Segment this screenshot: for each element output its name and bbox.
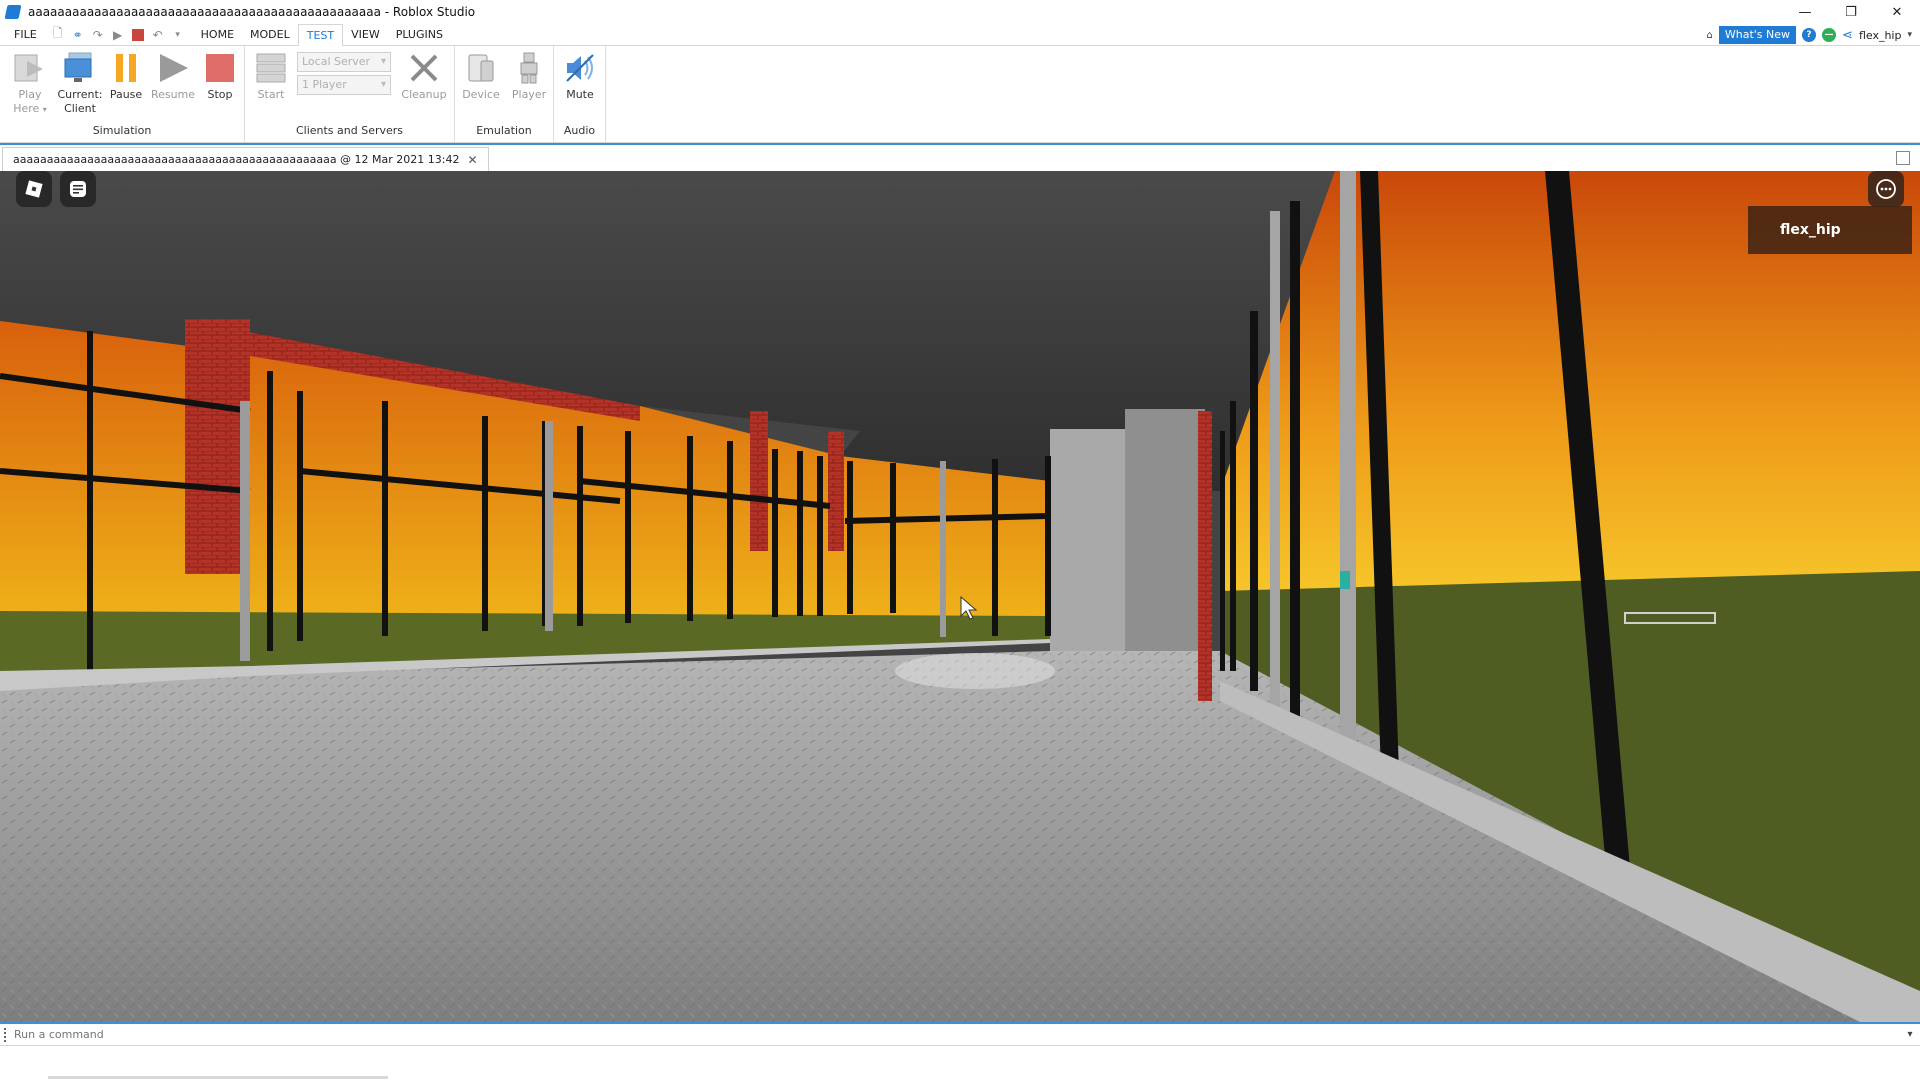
binoculars-icon[interactable]: ⚭ [71, 28, 85, 42]
play-icon[interactable]: ▶ [111, 28, 125, 42]
share-icon[interactable]: ⋖ [1842, 28, 1853, 43]
roblox-studio-logo-icon [4, 5, 22, 19]
play-here-icon [12, 50, 48, 86]
resume-button[interactable]: Resume [150, 50, 196, 102]
file-menu[interactable]: FILE [6, 24, 45, 46]
more-options-icon[interactable] [1868, 171, 1904, 207]
cleanup-label: Cleanup [401, 88, 447, 101]
command-history-dropdown-icon[interactable]: ▾ [1900, 1029, 1920, 1040]
menu-bar: FILE 🗋 ⚭ ↷ ▶ ↶ ▾ HOME MODEL TEST VIEW PL… [0, 23, 1920, 47]
player-emulation-label: Player [511, 88, 547, 101]
audio-group: Mute Audio [554, 46, 606, 143]
close-icon[interactable]: ✕ [1874, 0, 1920, 24]
monitor-icon [62, 50, 98, 86]
command-bar: ▾ [0, 1022, 1920, 1046]
current-client-button[interactable]: Current: Client [56, 50, 104, 116]
bottom-strip [0, 1046, 1920, 1080]
close-tab-icon[interactable]: ✕ [467, 153, 477, 167]
tab-plugins[interactable]: PLUGINS [388, 24, 451, 46]
play-here-button[interactable]: Play Here ▾ [10, 50, 50, 117]
start-label: Start [257, 88, 285, 101]
pause-label: Pause [109, 88, 143, 101]
whats-new-button[interactable]: What's New [1718, 26, 1797, 44]
tab-view[interactable]: VIEW [343, 24, 388, 46]
device-label: Device [462, 88, 500, 101]
stop-icon [202, 50, 238, 86]
play-here-label-line1: Play [18, 88, 42, 101]
username-label[interactable]: flex_hip [1859, 29, 1902, 42]
chat-icon[interactable] [60, 171, 96, 207]
title-bar: aaaaaaaaaaaaaaaaaaaaaaaaaaaaaaaaaaaaaaaa… [0, 0, 1920, 24]
mouse-cursor-icon [960, 595, 978, 623]
game-viewport[interactable]: flex_hip [0, 171, 1920, 1022]
stop-label: Stop [207, 88, 233, 101]
clients-servers-group-label: Clients and Servers [295, 124, 404, 137]
account-dropdown-icon[interactable]: ▾ [1907, 30, 1912, 40]
player-icon [511, 50, 547, 86]
command-input[interactable] [14, 1028, 1900, 1041]
start-button[interactable]: Start [251, 50, 291, 102]
server-select[interactable]: Local Server [297, 52, 391, 72]
tab-model[interactable]: MODEL [242, 24, 298, 46]
undo-icon[interactable]: ↶ [151, 28, 165, 42]
mute-label: Mute [566, 88, 594, 101]
collapse-ribbon-icon[interactable]: ⌂ [1707, 30, 1713, 41]
player-list[interactable]: flex_hip [1748, 206, 1912, 254]
current-client-label-line1: Current: [57, 88, 103, 101]
cleanup-button[interactable]: Cleanup [399, 50, 449, 102]
help-icon[interactable]: ? [1802, 28, 1817, 42]
device-button[interactable]: Device [459, 50, 503, 102]
stop-button[interactable]: Stop [200, 50, 240, 102]
team-create-icon[interactable]: — [1822, 28, 1837, 42]
cleanup-x-icon [406, 50, 442, 86]
simulation-group-label: Simulation [92, 124, 152, 137]
roblox-menu-icon[interactable] [16, 171, 52, 207]
restore-panel-icon[interactable] [1896, 151, 1910, 165]
current-client-label-line2: Client [64, 102, 96, 115]
player-count-select[interactable]: 1 Player [297, 75, 391, 95]
new-file-icon[interactable]: 🗋 [51, 26, 65, 42]
server-rack-icon [253, 50, 289, 86]
window-title: aaaaaaaaaaaaaaaaaaaaaaaaaaaaaaaaaaaaaaaa… [28, 5, 476, 19]
play-here-label-line2: Here ▾ [13, 102, 47, 115]
player-emulation-button[interactable]: Player [507, 50, 551, 102]
simulation-group: Play Here ▾ Current: Client Pause Resume [0, 46, 245, 143]
quick-access-toolbar: 🗋 ⚭ ↷ ▶ ↶ ▾ [51, 26, 185, 42]
clients-servers-group: Start Local Server 1 Player Cleanup Clie… [245, 46, 455, 143]
emulation-group: Device Player Emulation [455, 46, 554, 143]
restore-icon[interactable]: ❐ [1828, 0, 1874, 24]
redo-arrow-icon[interactable]: ↷ [91, 28, 105, 42]
resume-icon [155, 50, 191, 86]
player-list-name: flex_hip [1780, 222, 1841, 238]
menu-right-area: ⌂ What's New ? — ⋖ flex_hip ▾ [1707, 24, 1912, 46]
document-tab-label: aaaaaaaaaaaaaaaaaaaaaaaaaaaaaaaaaaaaaaaa… [13, 153, 460, 166]
device-icon [463, 50, 499, 86]
minimize-icon[interactable]: — [1782, 0, 1828, 24]
mute-button[interactable]: Mute [558, 50, 602, 102]
document-tab-bar: aaaaaaaaaaaaaaaaaaaaaaaaaaaaaaaaaaaaaaaa… [0, 143, 1920, 171]
audio-group-label: Audio [563, 124, 596, 137]
window-controls: — ❐ ✕ [1782, 0, 1920, 24]
customize-chevron-icon[interactable]: ▾ [171, 28, 185, 42]
tab-home[interactable]: HOME [193, 24, 242, 46]
ribbon: Play Here ▾ Current: Client Pause Resume [0, 46, 1920, 143]
pause-button[interactable]: Pause [106, 50, 146, 102]
tab-test[interactable]: TEST [297, 23, 344, 47]
mute-speaker-icon [562, 50, 598, 86]
horizontal-scrollbar[interactable] [48, 1076, 388, 1079]
document-tab[interactable]: aaaaaaaaaaaaaaaaaaaaaaaaaaaaaaaaaaaaaaaa… [2, 147, 489, 171]
stop-square-icon[interactable] [131, 28, 145, 42]
drag-handle[interactable] [4, 1027, 8, 1042]
resume-label: Resume [150, 88, 196, 101]
pause-icon [108, 50, 144, 86]
emulation-group-label: Emulation [476, 124, 532, 137]
